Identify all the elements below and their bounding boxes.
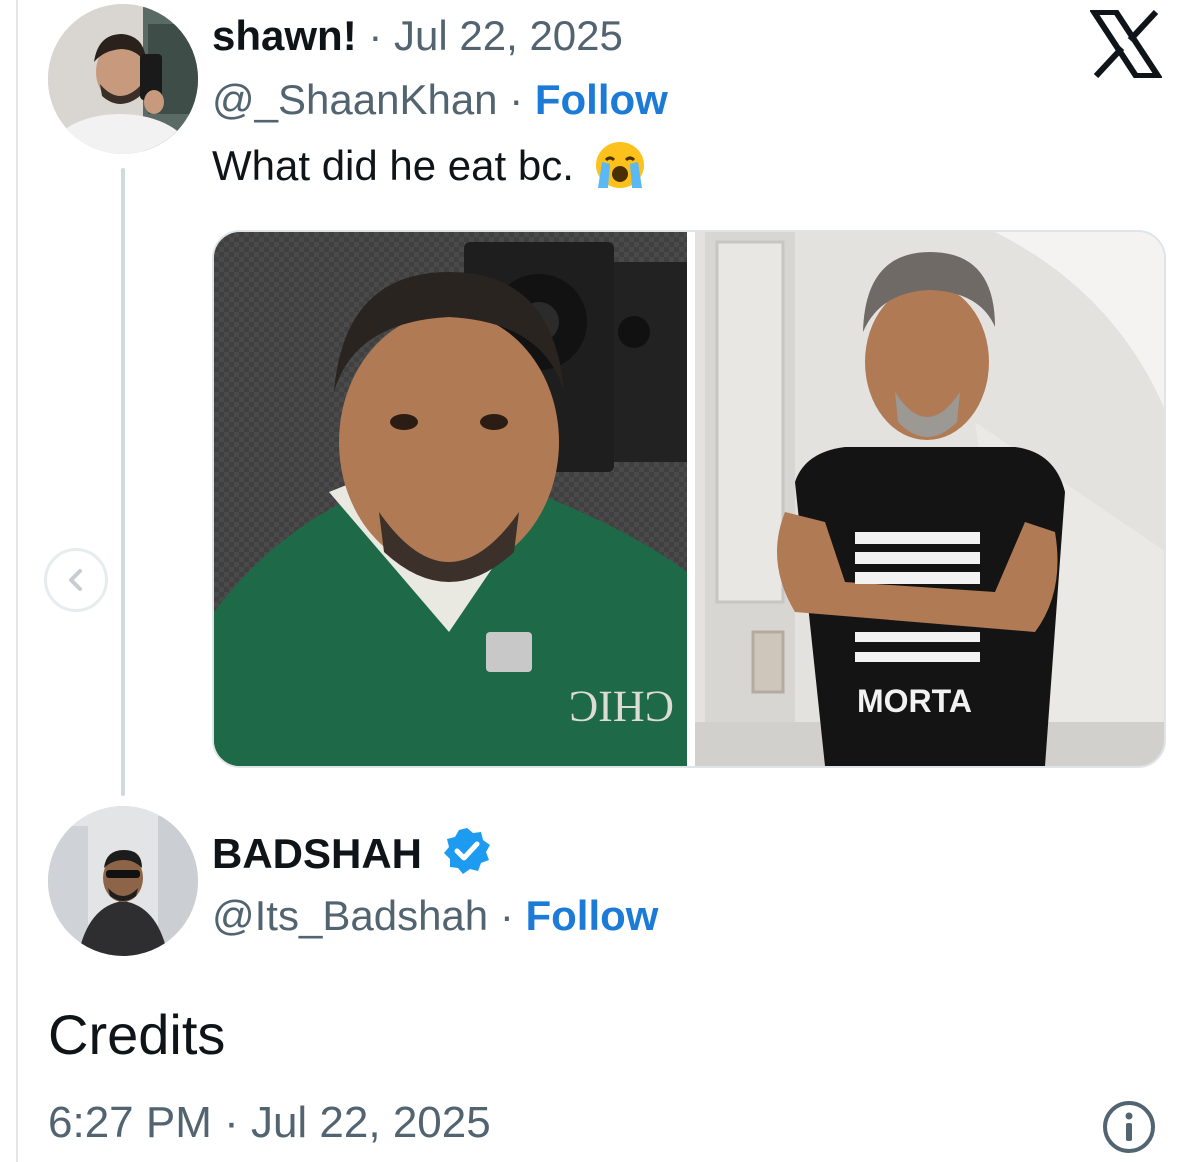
reply-handle[interactable]: @Its_Badshah [212,892,488,939]
author-handle[interactable]: @_ShaanKhan [212,76,498,123]
shirt-text: MORTA [857,683,972,719]
tweet-text-row: What did he eat bc. [212,140,648,190]
reply-handle-row: @Its_Badshah · Follow [212,892,658,940]
separator: · [499,892,514,939]
handle-row: @_ShaanKhan · Follow [212,76,668,124]
separator: · [509,76,524,123]
thread-line [121,168,125,796]
reply-follow-button[interactable]: Follow [525,892,658,939]
reply-text: Credits [48,1003,226,1066]
separator: · [368,12,383,59]
x-logo-icon[interactable] [1090,10,1162,78]
carousel-prev-button[interactable] [44,548,108,612]
jersey-text: CHIC [569,682,674,731]
follow-button[interactable]: Follow [535,76,668,123]
avatar-shawn[interactable] [48,4,198,154]
chevron-left-icon [69,569,82,591]
avatar-badshah[interactable] [48,806,198,956]
loudly-crying-face-icon [595,142,644,188]
left-border [16,0,18,1162]
tweet-media[interactable]: CHIC MORTA [212,230,1166,768]
reply-header: BADSHAH [212,826,492,878]
reply-author-name[interactable]: BADSHAH [212,830,422,877]
tweet-date[interactable]: Jul 22, 2025 [394,12,623,59]
tweet-text: What did he eat bc. [212,142,574,189]
reply-timestamp[interactable]: 6:27 PM · Jul 22, 2025 [48,1098,491,1148]
tweet-header: shawn! · Jul 22, 2025 [212,12,623,60]
media-image-left[interactable]: CHIC [214,232,687,766]
info-icon[interactable] [1100,1098,1158,1156]
verified-badge-icon [443,828,490,874]
author-name[interactable]: shawn! [212,12,357,59]
media-image-right[interactable]: MORTA [695,232,1164,766]
